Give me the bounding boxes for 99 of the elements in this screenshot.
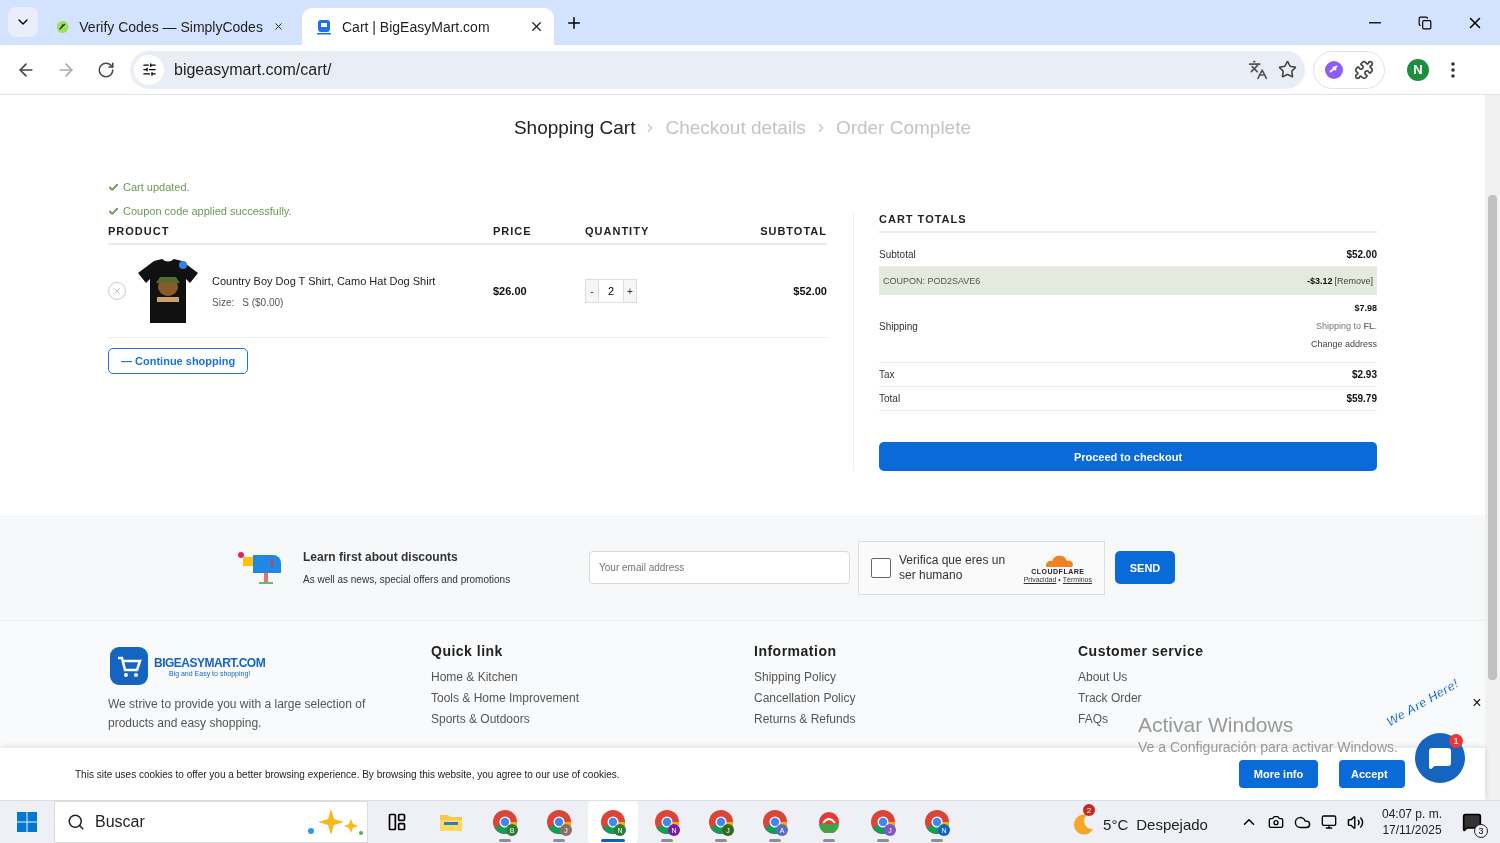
footer-link[interactable]: Sports & Outdoors <box>431 711 530 728</box>
chat-badge: 1 <box>1449 734 1463 748</box>
close-icon[interactable] <box>529 19 544 34</box>
translate-icon[interactable] <box>1248 59 1268 80</box>
footer-heading: Information <box>754 643 837 659</box>
cart-logo-icon <box>108 645 150 687</box>
product-name[interactable]: Country Boy Dog T Shirt, Camo Hat Dog Shirt <box>212 274 436 287</box>
footer-link[interactable]: Home & Kitchen <box>431 669 518 686</box>
footer-link[interactable]: Track Order <box>1078 690 1142 707</box>
captcha-label: Verifica que eres un ser humano <box>899 552 1007 583</box>
site-info-button[interactable] <box>134 54 164 85</box>
footer-link[interactable]: Shipping Policy <box>754 669 837 686</box>
total-label: COUPON: POD2SAVE6 <box>883 276 981 286</box>
total-value: $59.79 <box>1346 393 1377 404</box>
activation-title: Activar Windows <box>1138 713 1294 737</box>
menu-button[interactable] <box>1451 61 1455 78</box>
app-icon <box>818 811 840 833</box>
accept-button[interactable]: Accept <box>1339 760 1405 788</box>
footer-link[interactable]: FAQs <box>1078 711 1108 728</box>
continue-shopping-button[interactable]: — Continue shopping <box>108 348 249 374</box>
breadcrumb-step[interactable]: Shopping Cart <box>513 117 636 139</box>
more-vertical-icon <box>1451 61 1455 78</box>
footer-link[interactable]: Cancellation Policy <box>754 690 856 707</box>
tab-search-button[interactable] <box>8 7 38 37</box>
profile-avatar[interactable]: N <box>1407 58 1429 81</box>
newsletter-subtitle: As well as news, special offers and promotions <box>303 574 512 585</box>
quantity-field[interactable]: 2 <box>599 279 623 303</box>
reload-icon <box>97 60 115 79</box>
notification-count: 3 <box>1474 824 1488 838</box>
volume-icon[interactable] <box>1346 813 1364 831</box>
activation-text: Ve a Configuración para activar Windows. <box>1138 739 1398 755</box>
discount-amount: -$3.12 <box>1306 276 1333 286</box>
column-header: PRODUCT <box>108 225 171 237</box>
extension-icon[interactable] <box>1324 59 1344 80</box>
footer-link[interactable]: Returns & Refunds <box>754 711 856 728</box>
cart-icon <box>316 18 332 35</box>
total-label: Subtotal <box>879 249 916 260</box>
notifications-button[interactable]: 3 <box>1452 802 1492 842</box>
scrollbar[interactable] <box>1485 95 1500 800</box>
shipping-destination: Shipping to FL. <box>1315 321 1377 331</box>
remove-coupon-link[interactable]: [Remove] <box>1334 276 1373 286</box>
check-icon <box>108 181 119 193</box>
chat-icon <box>1428 746 1452 770</box>
footer-heading: Quick link <box>431 643 503 659</box>
search-icon <box>67 813 85 831</box>
send-button[interactable]: SEND <box>1115 551 1175 584</box>
shipping-amount: $7.98 <box>1354 303 1377 313</box>
check-icon <box>108 205 119 217</box>
cart-totals-title: CART TOTALS <box>879 213 1377 233</box>
weather-widget[interactable]: 2 5°C Despejado <box>1069 804 1210 840</box>
checkout-button[interactable]: Proceed to checkout <box>879 442 1377 471</box>
camera-icon[interactable] <box>1267 814 1284 830</box>
network-icon[interactable] <box>1320 814 1337 830</box>
minimize-icon <box>1369 21 1381 24</box>
chat-close-button[interactable]: × <box>1470 695 1484 711</box>
browser-tab[interactable]: Cart | BigEasyMart.com <box>302 8 554 45</box>
restore-icon <box>1418 15 1432 30</box>
clock[interactable]: 04:07 p. m. 17/11/2025 <box>1381 807 1442 837</box>
change-address-link[interactable]: Change address <box>1310 339 1377 349</box>
newsletter-title: Learn first about discounts <box>303 550 459 564</box>
taskbar-search[interactable]: Buscar <box>54 801 368 843</box>
email-field[interactable]: Your email address <box>589 551 850 584</box>
total-label: Tax <box>879 369 895 380</box>
notifications-icon <box>1462 812 1482 832</box>
price: $26.00 <box>493 285 528 297</box>
bookmark-star-icon[interactable] <box>1278 60 1297 79</box>
more-info-button[interactable]: More info <box>1239 760 1318 788</box>
captcha-checkbox[interactable] <box>871 557 891 578</box>
total-label: Total <box>879 393 901 404</box>
decrease-button[interactable]: - <box>585 279 599 303</box>
footer-link[interactable]: About Us <box>1078 669 1128 686</box>
moon-icon <box>1071 812 1096 836</box>
extensions-icon[interactable] <box>1354 59 1374 80</box>
footer-link[interactable]: Tools & Home Improvement <box>431 690 580 707</box>
folder-icon <box>439 812 463 832</box>
total-value: $52.00 <box>1346 249 1377 260</box>
logo-text: BIGEASYMART.COM <box>154 655 266 670</box>
total-label: Shipping <box>879 321 918 332</box>
close-icon <box>112 286 122 296</box>
success-message: Coupon code applied successfully. <box>123 205 292 217</box>
total-value: $2.93 <box>1351 369 1377 380</box>
sliders-icon <box>141 62 157 77</box>
about-text: We strive to provide you with a large selection of products and easy shopping. <box>108 696 367 732</box>
footer-heading: Customer service <box>1078 643 1204 659</box>
success-message: Cart updated. <box>123 181 190 193</box>
plus-icon <box>565 14 583 32</box>
size-label: Size: <box>212 296 235 308</box>
weather-badge: 2 <box>1083 804 1096 816</box>
increase-button[interactable]: + <box>623 279 637 303</box>
subtotal: $52.00 <box>792 285 827 297</box>
browser-tab[interactable]: Verify Codes — SimplyCodes <box>42 8 294 45</box>
column-header: SUBTOTAL <box>759 225 827 237</box>
column-header: PRICE <box>493 225 533 237</box>
cookie-text: This site uses cookies to offer you a better browsing experience. By browsing this website, you agree to our use of cookies. <box>75 768 621 780</box>
address-bar[interactable]: bigeasymart.com/cart/ <box>130 50 1305 89</box>
size-value: S ($0.00) <box>242 296 284 308</box>
task-view-icon <box>387 812 407 832</box>
column-header: QUANTITY <box>585 225 651 237</box>
windows-logo-icon <box>17 812 37 832</box>
